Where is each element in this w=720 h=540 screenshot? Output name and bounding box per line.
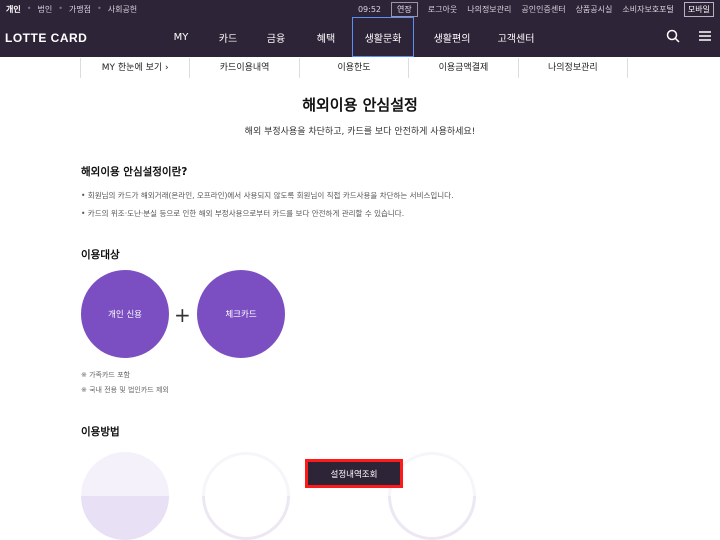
- section-heading-what-is: 해외이용 안심설정이란?: [81, 166, 188, 178]
- eligibility-note: ※ 가족카드 포함: [81, 371, 130, 379]
- menu-lifestyle-convenience[interactable]: 생활편의: [414, 17, 490, 57]
- eligibility-circle-personal-credit: 개인 신용: [81, 270, 169, 358]
- description-bullet: • 카드의 위조·도난·분실 등으로 인한 해외 부정사용으로부터 카드를 보다…: [81, 209, 405, 218]
- audience-link-merchant[interactable]: 가맹점: [69, 4, 91, 15]
- main-menu: MY 카드 금융 혜택 생활문화 생활편의 고객센터: [158, 17, 542, 57]
- subnav-payment[interactable]: 이용금액결제: [409, 58, 519, 78]
- setting-history-button[interactable]: 설정내역조회: [305, 459, 403, 488]
- extend-session-button[interactable]: 연장: [391, 2, 418, 17]
- logout-link[interactable]: 로그아웃: [428, 4, 457, 15]
- menu-my[interactable]: MY: [158, 17, 204, 57]
- section-heading-eligibility: 이용대상: [81, 249, 120, 261]
- hamburger-menu-icon[interactable]: [698, 29, 712, 43]
- audience-links: 개인 • 법인 • 가맹점 • 사회공헌: [6, 4, 137, 15]
- page-subtitle: 해외 부정사용을 차단하고, 카드를 보다 안전하게 사용하세요!: [244, 127, 476, 137]
- menu-lifestyle-culture[interactable]: 생활문화: [352, 17, 414, 57]
- subnav-card-history[interactable]: 카드이용내역: [190, 58, 300, 78]
- subnav-limit[interactable]: 이용한도: [300, 58, 410, 78]
- brand-logo[interactable]: LOTTE CARD: [5, 31, 87, 45]
- mobile-button[interactable]: 모바일: [683, 2, 714, 17]
- section-heading-how-to-use: 이용방법: [81, 426, 120, 438]
- top-utility-bar: 개인 • 법인 • 가맹점 • 사회공헌 09:52 연장 로그아웃 나의정보관…: [0, 0, 720, 17]
- eligibility-note: ※ 국내 전용 및 법인카드 제외: [81, 386, 169, 394]
- util-link-products[interactable]: 상품공시실: [576, 4, 613, 15]
- audience-link-social[interactable]: 사회공헌: [108, 4, 137, 15]
- eligibility-circle-check-card: 체크카드: [197, 270, 285, 358]
- audience-link-personal[interactable]: 개인: [6, 4, 21, 15]
- search-icon[interactable]: [666, 29, 680, 43]
- plus-icon: +: [174, 303, 191, 327]
- divider: •: [58, 4, 63, 13]
- audience-link-corporate[interactable]: 법인: [37, 4, 52, 15]
- main-navigation: LOTTE CARD MY 카드 금융 혜택 생활문화 생활편의 고객센터: [0, 17, 720, 57]
- session-tools: 09:52 연장 로그아웃 나의정보관리 공인인증센터 상품공시실 소비자보호포…: [358, 2, 714, 17]
- util-link-consumer[interactable]: 소비자보호포털: [622, 4, 674, 15]
- subnav-myinfo[interactable]: 나의정보관리: [519, 58, 627, 78]
- description-bullet: • 회원님의 카드가 해외거래(온라인, 오프라인)에서 사용되지 않도록 회원…: [81, 191, 454, 200]
- page-title: 해외이용 안심설정: [302, 96, 418, 114]
- menu-finance[interactable]: 금융: [252, 17, 300, 57]
- util-link-cert[interactable]: 공인인증센터: [521, 4, 565, 15]
- subnav-my-overview[interactable]: MY 한눈에 보기 ›: [81, 58, 191, 78]
- sub-navigation: MY 한눈에 보기 › 카드이용내역 이용한도 이용금액결제 나의정보관리: [80, 58, 628, 78]
- menu-customer-center[interactable]: 고객센터: [490, 17, 542, 57]
- session-timer: 09:52: [357, 5, 382, 14]
- menu-benefits[interactable]: 혜택: [300, 17, 352, 57]
- divider: •: [97, 4, 102, 13]
- divider: •: [26, 4, 32, 13]
- nav-icons: [666, 29, 712, 43]
- menu-card[interactable]: 카드: [204, 17, 252, 57]
- util-link-myinfo[interactable]: 나의정보관리: [467, 4, 511, 15]
